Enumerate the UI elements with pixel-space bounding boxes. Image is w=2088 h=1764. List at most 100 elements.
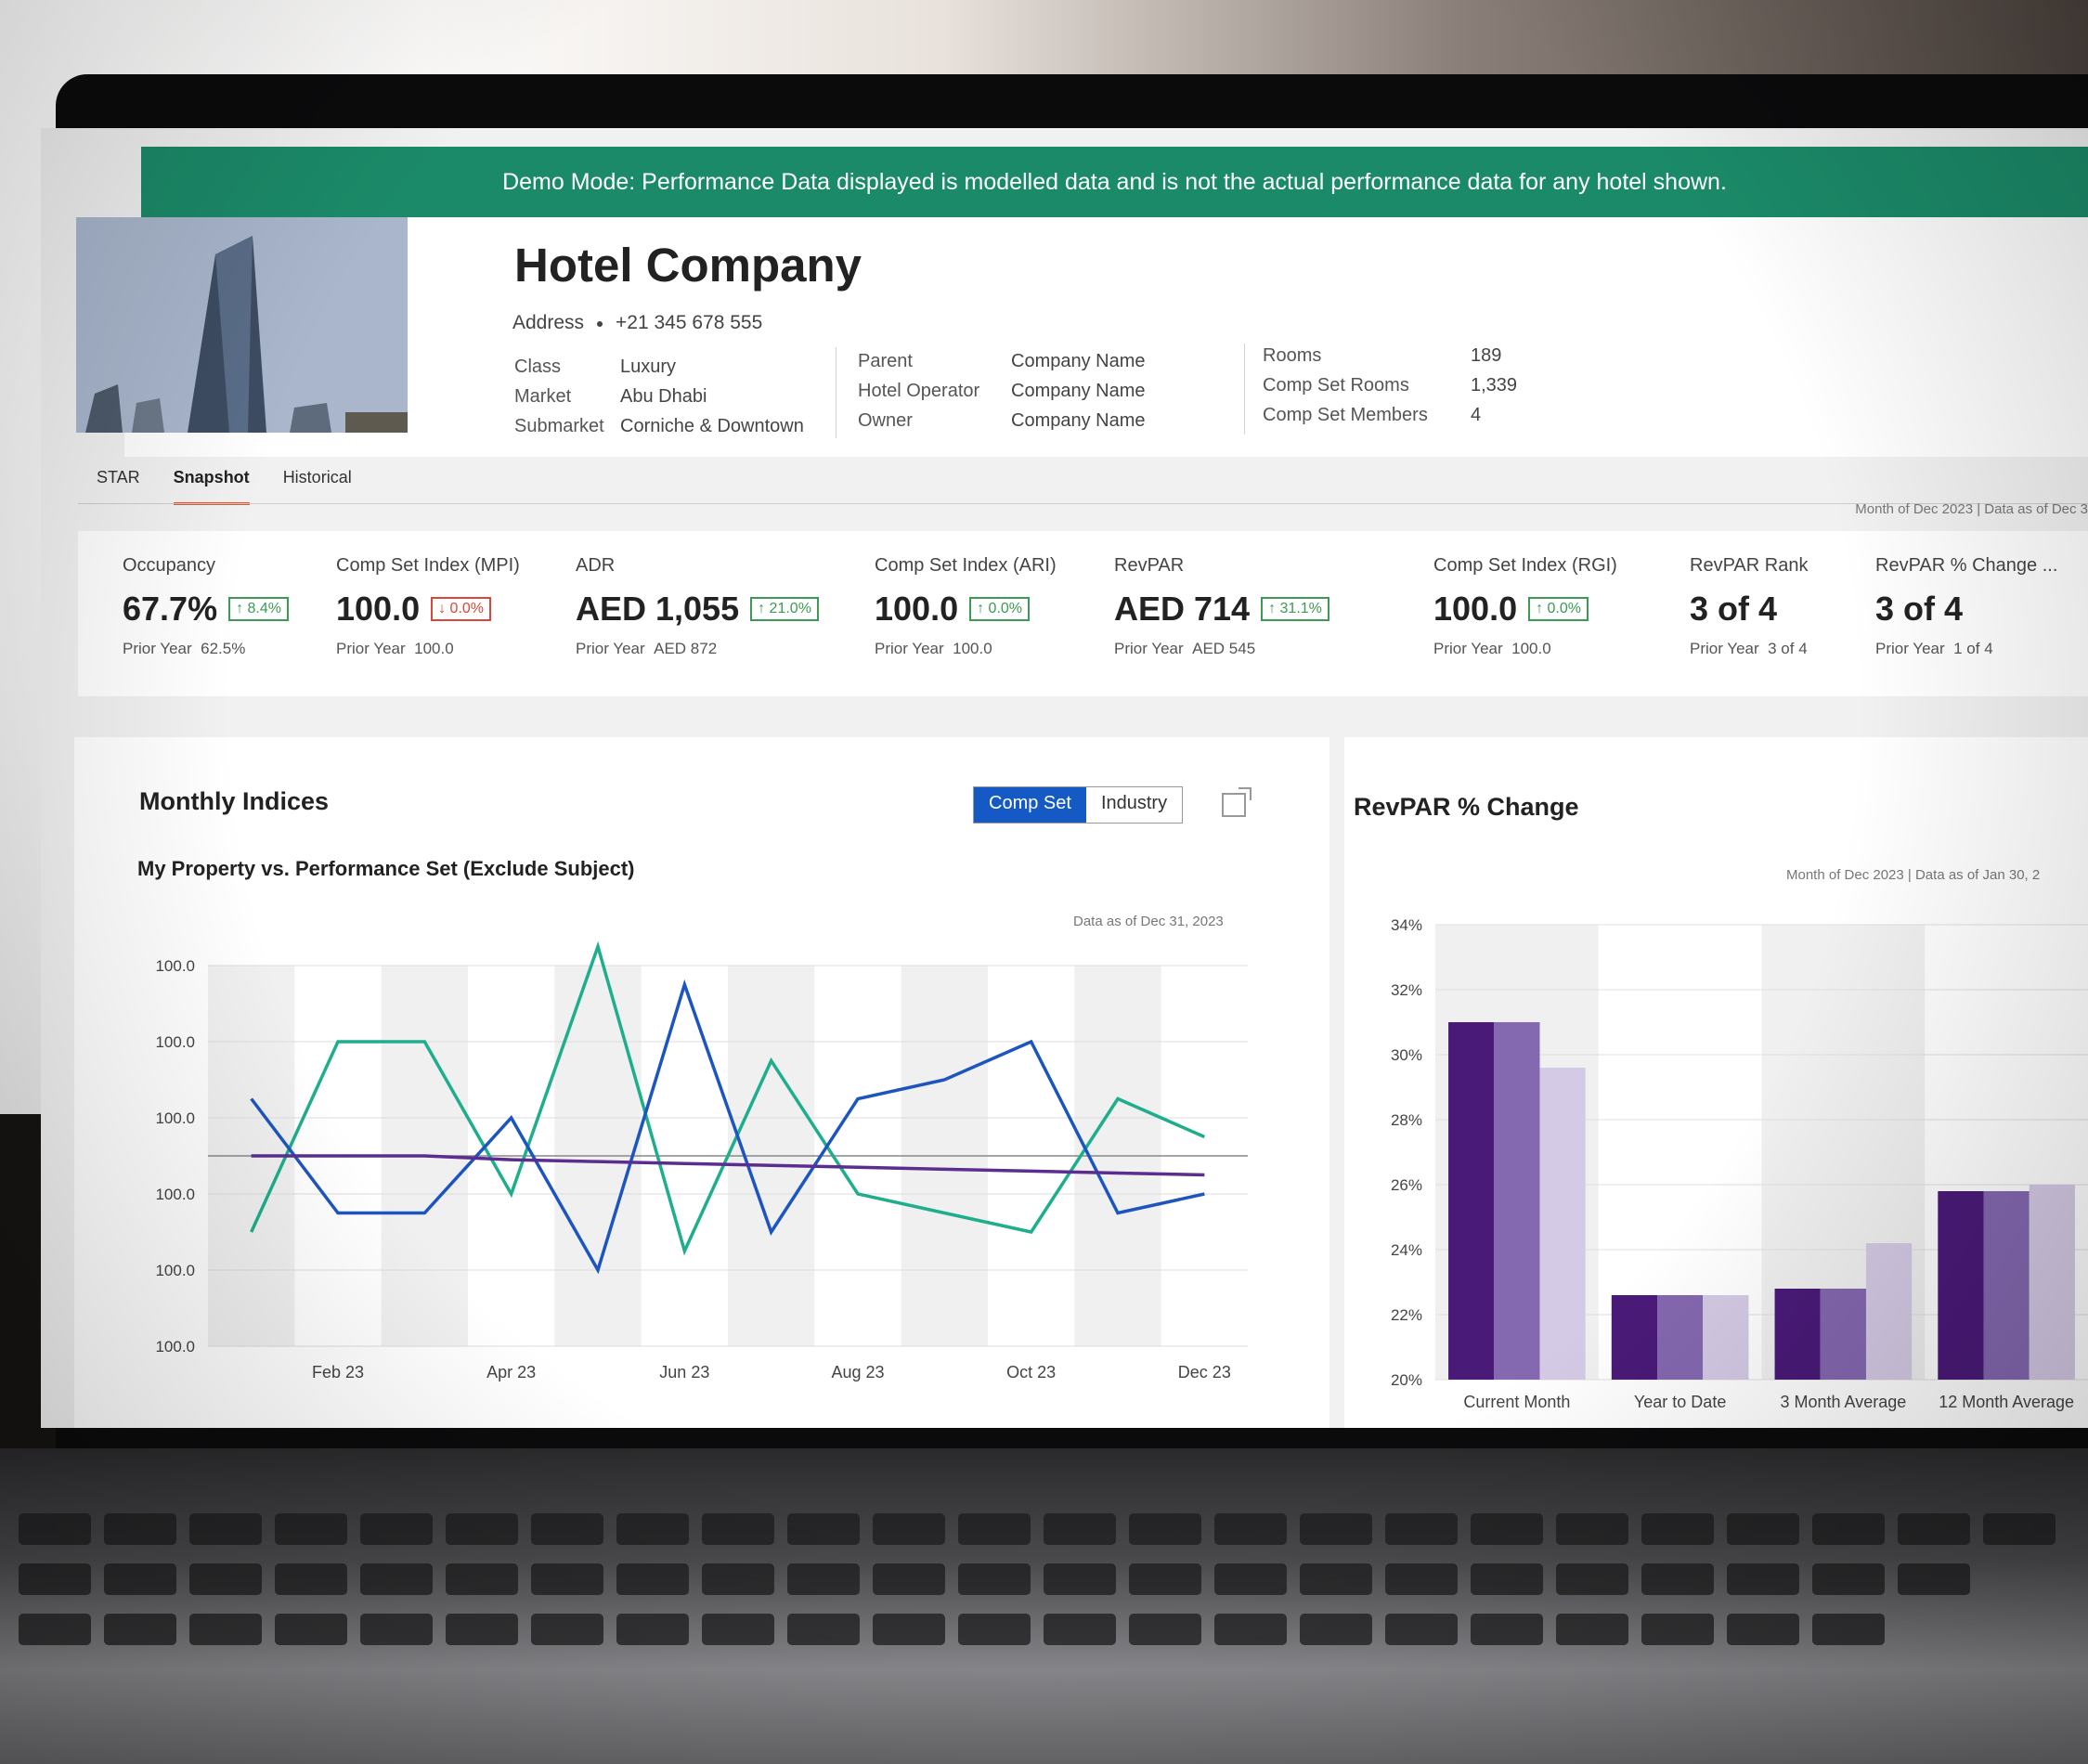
tab-snapshot[interactable]: Snapshot <box>173 468 250 505</box>
open-external-icon[interactable] <box>1222 787 1252 817</box>
metric-value: AED 714 <box>1114 590 1251 628</box>
key <box>1214 1513 1287 1545</box>
prior-year-label: Prior Year <box>123 640 192 657</box>
hotel-address-row: Address +21 345 678 555 <box>512 312 762 334</box>
key <box>531 1614 603 1645</box>
key <box>1641 1513 1714 1545</box>
prior-year: Prior Year AED 545 <box>1114 640 1329 658</box>
x-tick-label: Feb 23 <box>312 1363 364 1381</box>
submarket-label: Submarket <box>514 416 604 436</box>
key <box>873 1563 945 1595</box>
key <box>787 1614 860 1645</box>
prior-year-value: AED 545 <box>1192 640 1256 657</box>
x-tick-label: Dec 23 <box>1178 1363 1231 1381</box>
prior-year-value: 62.5% <box>201 640 246 657</box>
key-row <box>0 1563 2088 1595</box>
y-tick-label: 24% <box>1391 1241 1422 1259</box>
key <box>189 1513 262 1545</box>
key <box>360 1614 433 1645</box>
y-tick-label: 34% <box>1391 916 1422 934</box>
key <box>531 1563 603 1595</box>
key <box>787 1563 860 1595</box>
prior-year-label: Prior Year <box>875 640 944 657</box>
market-value: Abu Dhabi <box>620 386 707 407</box>
revpar-bar <box>1703 1295 1749 1380</box>
toggle-industry[interactable]: Industry <box>1086 787 1182 823</box>
key <box>1898 1513 1970 1545</box>
key <box>1044 1563 1116 1595</box>
revpar-bar <box>1820 1289 1866 1380</box>
change-badge: ↑ 8.4% <box>228 597 289 621</box>
key <box>873 1513 945 1545</box>
hotel-building-image <box>76 217 408 433</box>
prior-year-value: 1 of 4 <box>1953 640 1993 657</box>
key <box>19 1513 91 1545</box>
key <box>1385 1614 1458 1645</box>
rooms-label: Rooms <box>1263 345 1322 366</box>
y-tick-label: 100.0 <box>155 1033 195 1051</box>
prior-year-value: AED 872 <box>654 640 718 657</box>
key <box>275 1513 347 1545</box>
key <box>616 1513 689 1545</box>
key <box>275 1614 347 1645</box>
key <box>873 1614 945 1645</box>
revpar-change-title: RevPAR % Change <box>1354 793 1579 821</box>
comp-set-rooms-label: Comp Set Rooms <box>1263 375 1409 396</box>
key <box>1727 1614 1799 1645</box>
revpar-bar <box>1774 1289 1821 1380</box>
rooms-value: 189 <box>1471 345 1502 366</box>
key <box>446 1513 518 1545</box>
y-tick-label: 100.0 <box>155 1338 195 1355</box>
y-tick-label: 100.0 <box>155 957 195 975</box>
y-tick-label: 22% <box>1391 1306 1422 1324</box>
key <box>446 1563 518 1595</box>
y-tick-label: 20% <box>1391 1371 1422 1389</box>
prior-year-label: Prior Year <box>336 640 406 657</box>
key <box>1812 1614 1885 1645</box>
key <box>1044 1614 1116 1645</box>
submarket-value: Corniche & Downtown <box>620 416 804 436</box>
key <box>1471 1513 1543 1545</box>
hotel-operator-value: Company Name <box>1011 381 1146 401</box>
toggle-comp-set[interactable]: Comp Set <box>974 787 1086 823</box>
prior-year: Prior Year 100.0 <box>336 640 520 658</box>
y-tick-label: 100.0 <box>155 1262 195 1279</box>
metric-revpar: RevPAR AED 714 ↑ 31.1% Prior Year AED 545 <box>1114 555 1329 658</box>
prior-year: Prior Year 100.0 <box>875 640 1057 658</box>
revpar-bar <box>1938 1191 1984 1380</box>
prior-year: Prior Year 100.0 <box>1433 640 1617 658</box>
key-row <box>0 1513 2088 1545</box>
laptop-keyboard <box>0 1448 2088 1764</box>
metric-revpar-rank: RevPAR Rank 3 of 4 Prior Year 3 of 4 <box>1690 555 1808 658</box>
key <box>1300 1513 1372 1545</box>
metric-value: 100.0 <box>336 590 421 628</box>
key <box>1641 1563 1714 1595</box>
revpar-bar <box>1865 1243 1913 1380</box>
key <box>702 1563 774 1595</box>
metric-mpi: Comp Set Index (MPI) 100.0 ↓ 0.0% Prior Y… <box>336 555 520 658</box>
y-tick-label: 28% <box>1391 1111 1422 1129</box>
key <box>360 1563 433 1595</box>
key <box>1129 1513 1201 1545</box>
hotel-photo <box>76 217 408 433</box>
key <box>104 1563 176 1595</box>
key <box>360 1513 433 1545</box>
key <box>1300 1614 1372 1645</box>
x-tick-label: Aug 23 <box>831 1363 884 1381</box>
key <box>1385 1563 1458 1595</box>
revpar-bar <box>1983 1191 2030 1380</box>
x-tick-label: Jun 23 <box>659 1363 709 1381</box>
class-value: Luxury <box>620 357 677 377</box>
key <box>702 1513 774 1545</box>
tab-star[interactable]: STAR <box>97 468 140 505</box>
prior-year-value: 100.0 <box>953 640 992 657</box>
change-badge: ↓ 0.0% <box>431 597 492 621</box>
key <box>1471 1614 1543 1645</box>
key <box>1044 1513 1116 1545</box>
tab-historical[interactable]: Historical <box>283 468 352 505</box>
prior-year-label: Prior Year <box>1875 640 1945 657</box>
y-tick-label: 100.0 <box>155 1109 195 1127</box>
key <box>1812 1563 1885 1595</box>
revpar-bar <box>2029 1185 2075 1380</box>
x-tick-label: Year to Date <box>1634 1393 1726 1411</box>
